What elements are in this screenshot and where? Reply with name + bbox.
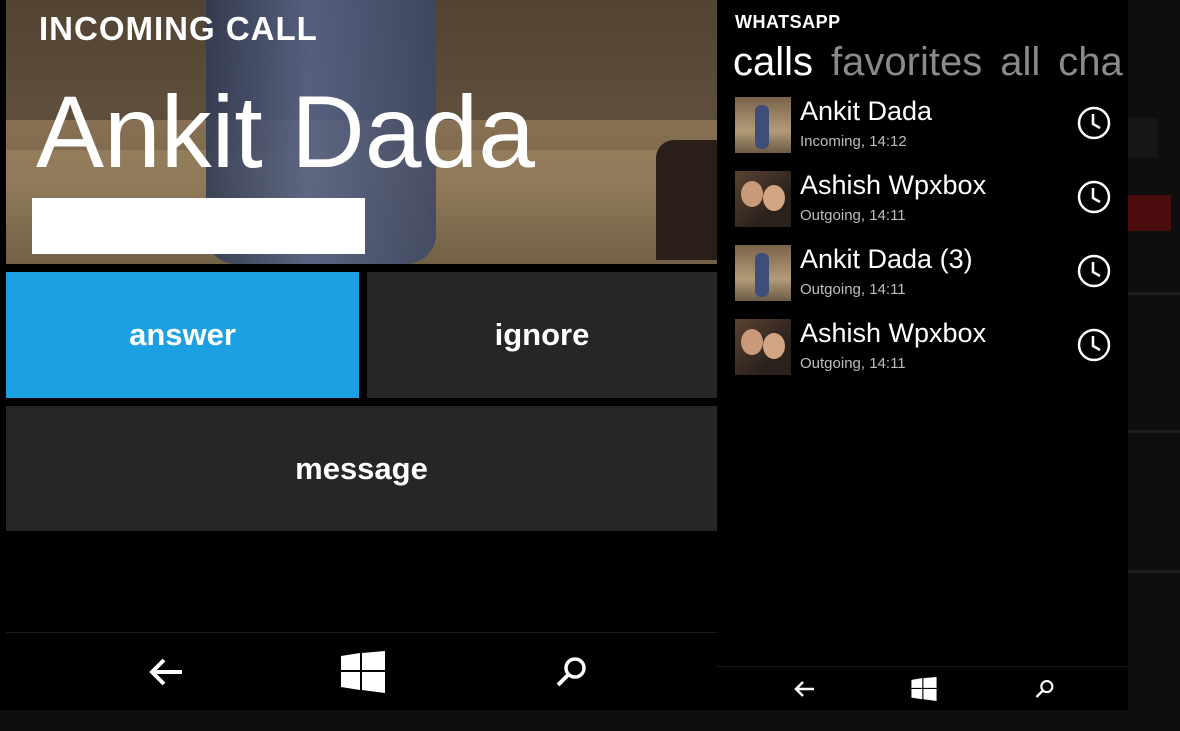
background-edge bbox=[1128, 0, 1180, 710]
call-detail: Incoming, 14:12 bbox=[800, 133, 907, 150]
answer-button[interactable]: answer bbox=[6, 272, 359, 398]
avatar bbox=[735, 245, 791, 301]
list-item[interactable]: Ankit Dada (3) Outgoing, 14:11 bbox=[735, 244, 1128, 318]
ignore-button[interactable]: ignore bbox=[367, 272, 717, 398]
search-button[interactable] bbox=[522, 633, 622, 711]
pivot-header: calls favorites all cha bbox=[733, 40, 1128, 85]
clock-icon[interactable] bbox=[1077, 254, 1111, 288]
background-strip bbox=[0, 710, 1180, 731]
windows-logo-icon bbox=[341, 651, 385, 693]
app-title: WHATSAPP bbox=[735, 12, 841, 32]
back-button[interactable] bbox=[116, 633, 216, 711]
avatar bbox=[735, 319, 791, 375]
message-button[interactable]: message bbox=[6, 406, 717, 531]
call-detail: Outgoing, 14:11 bbox=[800, 207, 906, 224]
contact-name: Ankit Dada (3) bbox=[800, 244, 973, 274]
tab-all[interactable]: all bbox=[1000, 40, 1040, 84]
call-detail: Outgoing, 14:11 bbox=[800, 281, 906, 298]
back-arrow-icon bbox=[149, 658, 182, 686]
start-button[interactable] bbox=[313, 633, 413, 711]
clock-icon[interactable] bbox=[1077, 328, 1111, 362]
whatsapp-calls-screen: WHATSAPP calls favorites all cha Ankit Dada… bbox=[717, 0, 1128, 710]
contact-name: Ankit Dada bbox=[800, 96, 933, 126]
clock-icon[interactable] bbox=[1077, 106, 1111, 140]
call-list: Ankit Dada Incoming, 14:12 Ashish Wpxbox… bbox=[735, 96, 1128, 392]
contact-name: Ashish Wpxbox bbox=[800, 170, 987, 200]
tab-favorites[interactable]: favorites bbox=[831, 40, 982, 84]
clock-icon[interactable] bbox=[1077, 180, 1111, 214]
back-button[interactable] bbox=[779, 667, 829, 710]
search-icon bbox=[556, 657, 586, 687]
redacted-number-box bbox=[32, 198, 365, 254]
list-item[interactable]: Ashish Wpxbox Outgoing, 14:11 bbox=[735, 318, 1128, 392]
tab-calls[interactable]: calls bbox=[733, 40, 813, 84]
call-detail: Outgoing, 14:11 bbox=[800, 355, 906, 372]
start-button[interactable] bbox=[899, 667, 949, 710]
call-screen-navbar bbox=[6, 632, 717, 711]
search-icon bbox=[1035, 679, 1054, 698]
incoming-call-label: INCOMING CALL bbox=[39, 10, 318, 47]
incoming-call-screen: INCOMING CALL Ankit Dada answer ignore m… bbox=[0, 0, 717, 731]
list-item[interactable]: Ashish Wpxbox Outgoing, 14:11 bbox=[735, 170, 1128, 244]
avatar bbox=[735, 171, 791, 227]
tab-chats[interactable]: cha bbox=[1058, 40, 1123, 84]
back-arrow-icon bbox=[794, 681, 814, 697]
windows-logo-icon bbox=[911, 677, 937, 701]
search-button[interactable] bbox=[1020, 667, 1070, 710]
contact-name: Ashish Wpxbox bbox=[800, 318, 987, 348]
caller-name: Ankit Dada bbox=[36, 75, 535, 189]
whatsapp-navbar bbox=[717, 666, 1128, 710]
list-item[interactable]: Ankit Dada Incoming, 14:12 bbox=[735, 96, 1128, 170]
avatar bbox=[735, 97, 791, 153]
